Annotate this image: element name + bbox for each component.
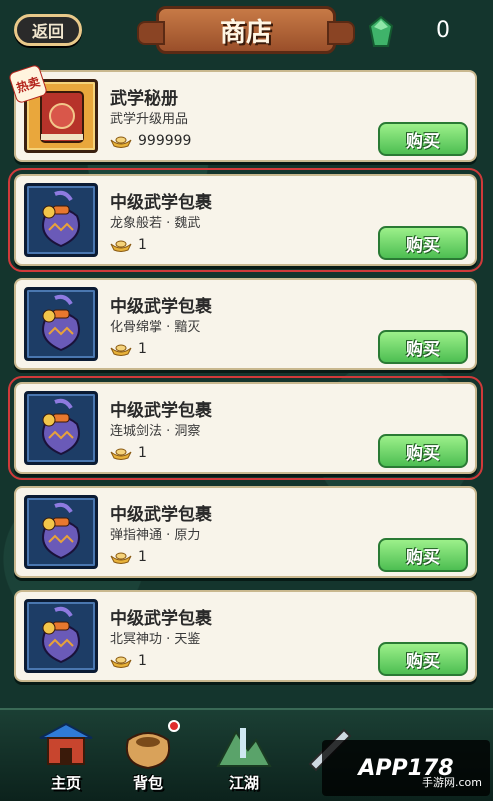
pouch-icon [42, 606, 80, 664]
item-thumbnail [24, 391, 98, 465]
page-title: 商店 [137, 6, 355, 54]
back-button[interactable]: 返回 [14, 14, 82, 46]
nav-bag-label: 背包 [132, 774, 163, 792]
price-value: 999999 [138, 133, 192, 149]
gold-ingot-icon [110, 552, 132, 564]
item-description: 连城剑法 · 洞察 [110, 424, 201, 439]
gold-ingot-icon [110, 344, 132, 356]
item-description: 武学升级用品 [110, 112, 189, 127]
shop-item: 中级武学包裹 北冥神功 · 天鉴 1 购买 [14, 590, 477, 682]
item-description: 北冥神功 · 天鉴 [110, 632, 201, 647]
item-price: 1 [110, 340, 147, 358]
item-name: 中级武学包裹 [110, 193, 212, 213]
item-thumbnail [24, 287, 98, 361]
shop-item: 中级武学包裹 连城剑法 · 洞察 1 购买 [8, 376, 483, 480]
price-value: 1 [138, 445, 147, 461]
nav-home[interactable]: 主页 [26, 716, 106, 798]
item-name: 中级武学包裹 [110, 401, 212, 421]
temple-icon [39, 722, 93, 765]
item-name: 中级武学包裹 [110, 297, 212, 317]
nav-bag[interactable]: 背包 [108, 716, 188, 798]
pouch-icon [42, 398, 80, 456]
item-thumbnail [24, 495, 98, 569]
notification-dot [168, 720, 180, 732]
nav-home-label: 主页 [50, 774, 81, 792]
buy-button[interactable]: 购买 [378, 538, 468, 572]
buy-button[interactable]: 购买 [378, 122, 468, 156]
price-value: 1 [138, 237, 147, 253]
buy-button[interactable]: 购买 [378, 434, 468, 468]
item-name: 中级武学包裹 [110, 505, 212, 525]
shop-item: 中级武学包裹 弹指神通 · 原力 1 购买 [14, 486, 477, 578]
price-value: 1 [138, 549, 147, 565]
mountain-icon [216, 728, 272, 767]
watermark-subtext: 手游网.com [422, 776, 482, 789]
item-price: 1 [110, 444, 147, 462]
gold-ingot-icon [110, 136, 132, 148]
shop-item: 热卖 武学秘册 武学升级用品 999999 购买 [7, 63, 477, 162]
gold-ingot-icon [110, 448, 132, 460]
pouch-icon [42, 502, 80, 560]
item-thumbnail [24, 599, 98, 673]
item-price: 999999 [110, 132, 191, 150]
nav-jianghu[interactable]: 江湖 [204, 716, 284, 798]
item-name: 中级武学包裹 [110, 609, 212, 629]
gold-ingot-icon [110, 656, 132, 668]
pouch-icon [42, 190, 80, 248]
buy-button[interactable]: 购买 [378, 330, 468, 364]
item-description: 化骨绵掌 · 黯灭 [110, 320, 201, 335]
price-value: 1 [138, 653, 147, 669]
price-value: 1 [138, 341, 147, 357]
shop-item: 中级武学包裹 龙象般若 · 魏武 1 购买 [8, 168, 483, 272]
buy-button[interactable]: 购买 [378, 642, 468, 676]
shop-item: 中级武学包裹 化骨绵掌 · 黯灭 1 购买 [14, 278, 477, 370]
item-price: 1 [110, 548, 147, 566]
item-price: 1 [110, 236, 147, 254]
watermark: APP178 手游网.com [322, 740, 490, 796]
buy-button[interactable]: 购买 [378, 226, 468, 260]
top-bar: 返回 商店 0 [0, 0, 493, 62]
item-description: 弹指神通 · 原力 [110, 528, 201, 543]
item-thumbnail [24, 183, 98, 257]
item-name: 武学秘册 [110, 89, 178, 109]
item-price: 1 [110, 652, 147, 670]
item-description: 龙象般若 · 魏武 [110, 216, 201, 231]
pouch-icon [42, 294, 80, 352]
jade-gem-icon [368, 16, 394, 47]
gold-ingot-icon [110, 240, 132, 252]
gem-count: 0 [436, 18, 450, 43]
nav-jianghu-label: 江湖 [228, 774, 259, 792]
